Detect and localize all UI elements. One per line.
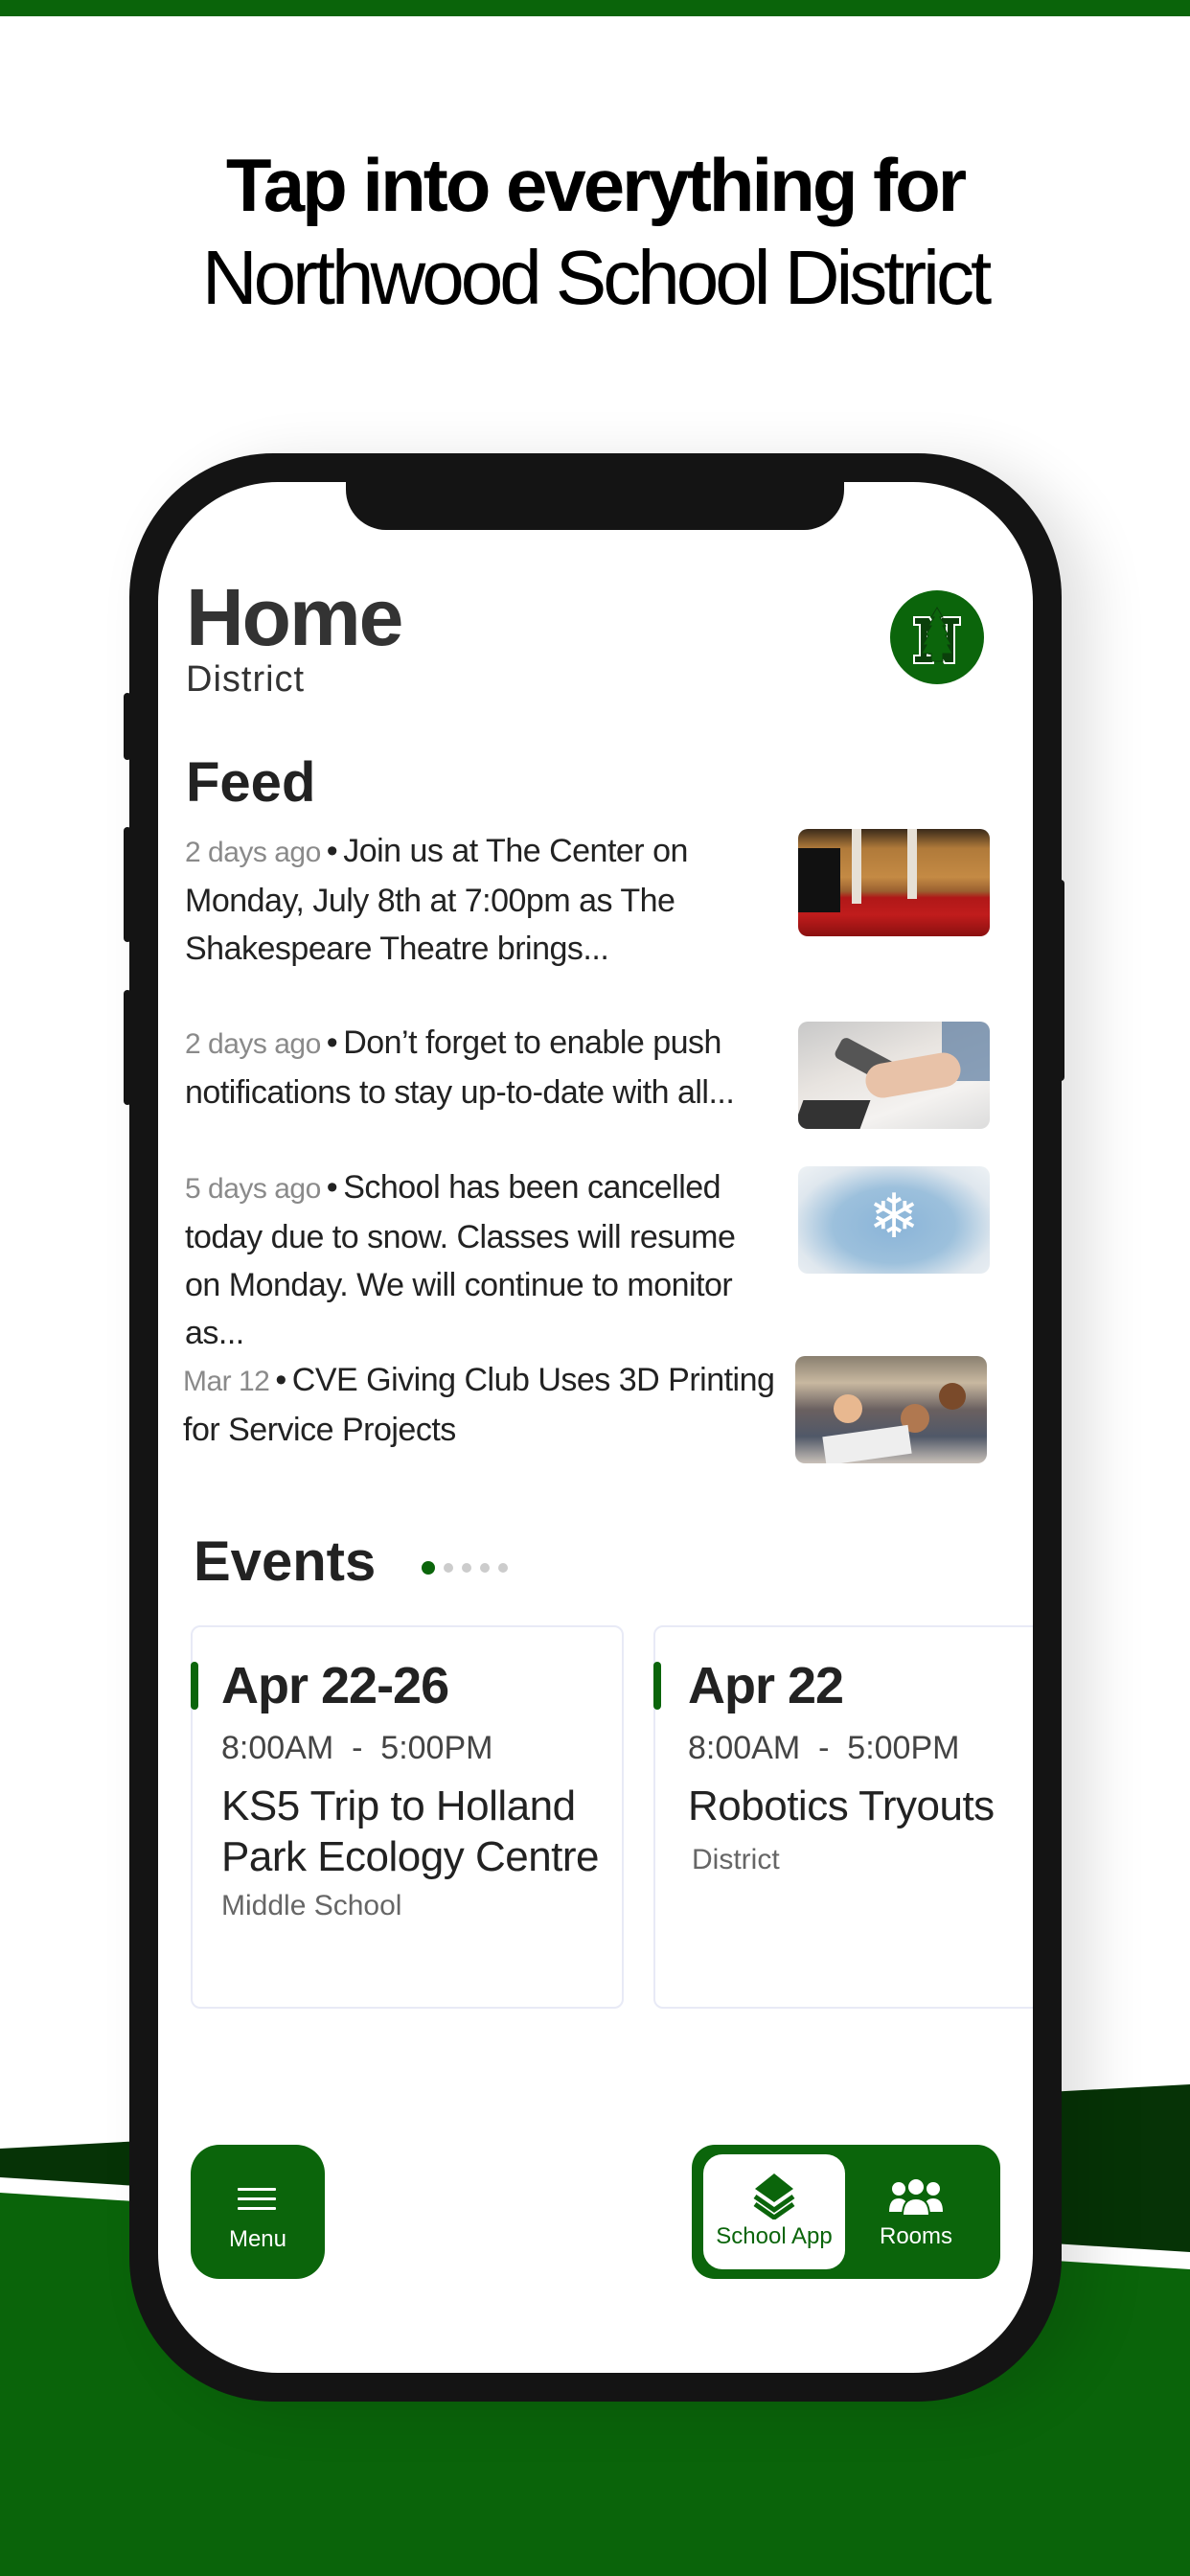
hero-line-2: Northwood School District — [201, 235, 992, 320]
separator-dot: • — [275, 1362, 286, 1398]
event-location: District — [692, 1844, 780, 1875]
hamburger-icon — [238, 2188, 276, 2211]
event-card[interactable]: Apr 22-26 8:00AM - 5:00PM KS5 Trip to Ho… — [191, 1625, 624, 2009]
page-subtitle: District — [186, 659, 306, 700]
tab-rooms[interactable]: Rooms — [845, 2154, 987, 2269]
event-name: KS5 Trip to Holland Park Ecology Centre — [221, 1782, 600, 1880]
group-icon — [889, 2177, 943, 2217]
separator-dot: • — [326, 833, 338, 869]
layers-icon — [753, 2174, 795, 2220]
feed-item-time: 2 days ago — [185, 837, 321, 868]
event-accent-bar — [653, 1662, 661, 1710]
hands-phone-photo — [798, 1022, 990, 1129]
northwood-logo-icon — [913, 607, 961, 664]
phone-mockup: Home District Feed 2 days ago • Join us at… — [124, 453, 1064, 2402]
event-time: 8:00AM - 5:00PM — [688, 1730, 960, 1766]
feed-section-title: Feed — [186, 751, 316, 814]
feed-item-text: 2 days ago • Don’t forget to enable push n… — [185, 1019, 779, 1116]
pager-dot[interactable] — [444, 1563, 453, 1573]
tab-label: Rooms — [879, 2223, 953, 2249]
event-date: Apr 22-26 — [221, 1657, 449, 1714]
top-brand-bar — [0, 0, 1190, 16]
phone-side-button — [1057, 880, 1064, 1081]
event-date: Apr 22 — [688, 1657, 844, 1714]
phone-notch — [346, 482, 844, 530]
hero-heading: Tap into everything for Northwood School… — [0, 142, 1190, 326]
phone-side-button — [124, 827, 131, 942]
pager-dot[interactable] — [480, 1563, 490, 1573]
hero-line-1: Tap into everything for — [225, 143, 967, 227]
event-name: Robotics Tryouts — [688, 1782, 995, 1829]
feed-item-text: 5 days ago • School has been cancelled tod… — [185, 1163, 779, 1357]
feed-item-time: Mar 12 — [183, 1366, 270, 1397]
pager-dot-active[interactable] — [422, 1561, 435, 1575]
event-time: 8:00AM - 5:00PM — [221, 1730, 493, 1766]
event-location: Middle School — [221, 1890, 402, 1921]
menu-button[interactable]: Menu — [191, 2145, 325, 2279]
separator-dot: • — [326, 1169, 338, 1206]
theatre-seats-photo — [798, 829, 990, 936]
district-logo-button[interactable] — [890, 590, 984, 684]
app-switcher: School App Rooms — [692, 2145, 1000, 2279]
events-section-title: Events — [194, 1530, 377, 1593]
feed-item-time: 2 days ago — [185, 1028, 321, 1060]
phone-screen: Home District Feed 2 days ago • Join us at… — [158, 482, 1033, 2373]
page-title: Home — [186, 572, 403, 662]
separator-dot: • — [326, 1024, 338, 1061]
feed-item-text: Mar 12 • CVE Giving Club Uses 3D Printing … — [183, 1356, 777, 1454]
tab-label: School App — [716, 2223, 833, 2249]
classroom-kids-photo — [795, 1356, 987, 1463]
tab-school-app[interactable]: School App — [703, 2154, 845, 2269]
feed-item-text: 2 days ago • Join us at The Center on Mond… — [185, 827, 779, 973]
pager-dot[interactable] — [498, 1563, 508, 1573]
phone-side-button — [124, 990, 131, 1105]
event-accent-bar — [191, 1662, 198, 1710]
phone-side-button — [124, 693, 131, 760]
pager-dot[interactable] — [462, 1563, 471, 1573]
menu-label: Menu — [228, 2226, 287, 2252]
feed-item-body: CVE Giving Club Uses 3D Printing for Ser… — [183, 1362, 775, 1448]
events-pager[interactable] — [422, 1561, 508, 1575]
mittens-snowflake-photo: ❄ — [798, 1166, 990, 1274]
feed-item-time: 5 days ago — [185, 1173, 321, 1205]
event-card[interactable]: Apr 22 8:00AM - 5:00PM Robotics Tryouts … — [653, 1625, 1033, 2009]
